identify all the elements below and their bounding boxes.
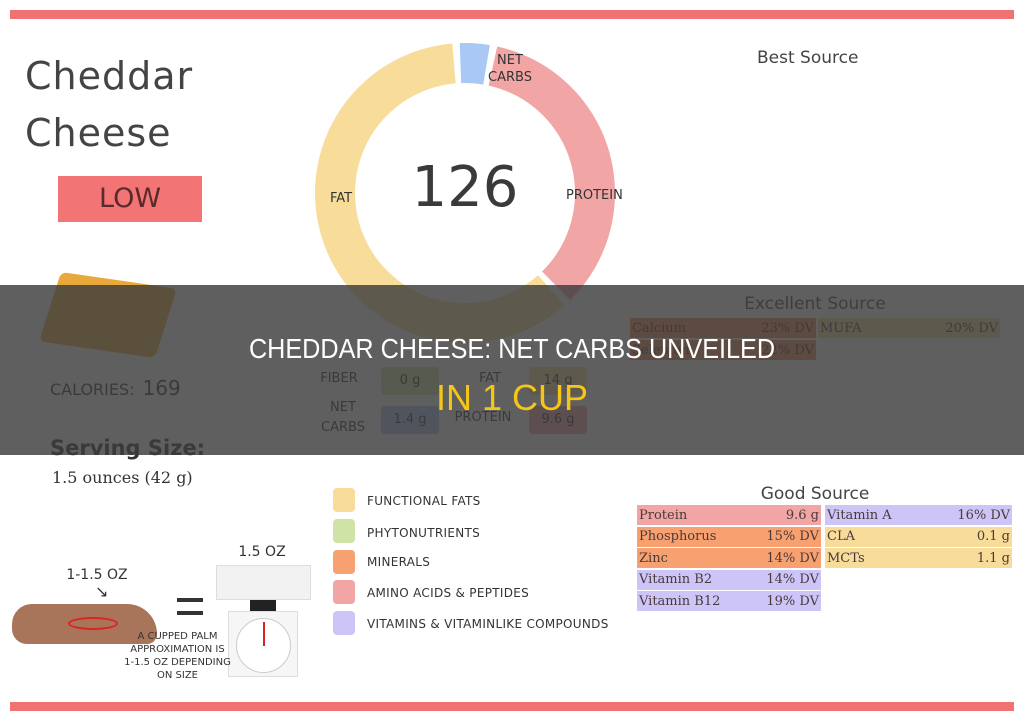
good-source-row: CLA 0.1 g (825, 526, 1012, 547)
top-accent-bar (10, 10, 1014, 19)
best-source-title: Best Source (757, 48, 859, 68)
food-title-line1: Cheddar (25, 54, 194, 98)
nutrient-value: 14% DV (766, 550, 819, 566)
legend-swatch-phytonutrients (333, 519, 355, 543)
scale-needle (263, 622, 265, 646)
good-source-row: Protein 9.6 g (637, 505, 821, 525)
nutrient-value: 19% DV (766, 593, 819, 609)
nutrient-name: Vitamin A (827, 507, 892, 523)
overlay-headline: CHEDDAR CHEESE: NET CARBS UNVEILED (248, 333, 776, 364)
nutrient-value: 16% DV (957, 507, 1010, 523)
title-overlay-banner (0, 285, 1024, 455)
legend-label-phytonutrients: PHYTONUTRIENTS (367, 526, 481, 540)
legend-label-amino-acids: AMINO ACIDS & PEPTIDES (367, 586, 530, 600)
donut-label-net-carbs-line1: NET (497, 53, 523, 68)
donut-label-net-carbs: NET CARBS (488, 52, 532, 86)
good-source-row: Vitamin A 16% DV (825, 505, 1012, 525)
arrow-down-icon: ↘ (95, 582, 109, 601)
good-source-row: Vitamin B2 14% DV (637, 569, 821, 590)
nutrient-name: Phosphorus (639, 529, 717, 544)
palm-highlight (68, 617, 118, 630)
legend-label-vitamins: VITAMINS & VITAMINLIKE COMPOUNDS (367, 617, 609, 631)
scale-neck (250, 600, 276, 611)
nutrient-name: CLA (827, 529, 855, 544)
good-source-row: MCTs 1.1 g (825, 548, 1012, 568)
portion-note: A CUPPED PALM APPROXIMATION IS 1-1.5 OZ … (115, 630, 240, 682)
nutrient-value: 9.6 g (785, 507, 819, 523)
rating-badge: LOW (58, 176, 202, 222)
bottom-accent-bar (10, 702, 1014, 711)
legend-swatch-functional-fats (333, 488, 355, 512)
scale-portion-label: 1.5 OZ (238, 544, 286, 560)
good-source-row: Vitamin B12 19% DV (637, 591, 821, 611)
good-source-row: Zinc 14% DV (637, 548, 821, 568)
hand-portion-label: 1-1.5 OZ (66, 567, 128, 583)
legend-label-functional-fats: FUNCTIONAL FATS (367, 494, 481, 508)
legend-swatch-vitamins (333, 611, 355, 635)
donut-center-value: 126 (411, 155, 519, 220)
nutrient-value: 0.1 g (976, 529, 1010, 544)
legend-swatch-minerals (333, 550, 355, 574)
nutrient-name: Vitamin B2 (639, 572, 713, 587)
donut-slice-net-carbs (459, 42, 490, 85)
portion-note-line: ON SIZE (157, 670, 198, 681)
food-title: Cheddar Cheese (25, 48, 193, 162)
overlay-subheadline: IN 1 CUP (435, 377, 589, 418)
portion-note-line: 1-1.5 OZ DEPENDING (124, 657, 231, 668)
scale-image (216, 565, 311, 600)
nutrient-name: Protein (639, 507, 688, 523)
equals-icon (177, 598, 203, 615)
donut-label-protein: PROTEIN (566, 188, 623, 203)
portion-note-line: APPROXIMATION IS (130, 644, 225, 655)
serving-size-value: 1.5 ounces (42 g) (52, 468, 193, 487)
nutrient-name: MCTs (827, 550, 865, 566)
donut-label-net-carbs-line2: CARBS (488, 70, 532, 85)
nutrient-name: Zinc (639, 550, 668, 566)
nutrient-value: 1.1 g (976, 550, 1010, 566)
legend-label-minerals: MINERALS (367, 555, 431, 569)
good-source-row: Phosphorus 15% DV (637, 526, 821, 547)
portion-note-line: A CUPPED PALM (137, 631, 218, 642)
legend-swatch-amino-acids (333, 580, 355, 604)
donut-label-fat: FAT (330, 191, 353, 206)
nutrient-value: 14% DV (766, 572, 819, 587)
food-title-line2: Cheese (25, 111, 172, 155)
nutrient-name: Vitamin B12 (639, 593, 721, 609)
nutrient-value: 15% DV (766, 529, 819, 544)
good-source-title: Good Source (760, 484, 870, 504)
